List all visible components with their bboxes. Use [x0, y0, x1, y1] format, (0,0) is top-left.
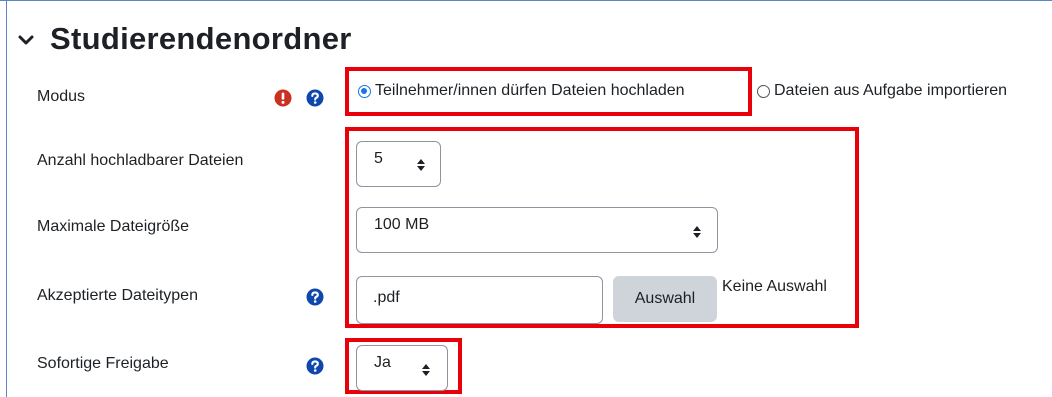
mode-label: Modus: [37, 88, 86, 105]
radio-button-checked[interactable]: [358, 84, 371, 98]
choose-file-types-button[interactable]: Auswahl: [613, 276, 717, 322]
exclamation-circle-icon: [274, 89, 292, 107]
radio-option-import-label: Dateien aus Aufgabe importieren: [774, 82, 1008, 99]
file-types-label: Akzeptierte Dateitypen: [37, 287, 198, 304]
max-files-label: Anzahl hochladbarer Dateien: [37, 152, 244, 169]
radio-option-upload[interactable]: Teilnehmer/innen dürfen Dateien hochlade…: [358, 82, 685, 100]
section-header[interactable]: Studierendenordner: [16, 21, 352, 57]
help-icon[interactable]: [306, 357, 324, 375]
max-size-label: Maximale Dateigröße: [37, 218, 190, 235]
help-icon[interactable]: [306, 288, 324, 306]
max-size-value: 100 MB: [374, 216, 430, 233]
max-files-select[interactable]: 5: [356, 141, 441, 187]
sort-arrows-icon: [416, 158, 426, 172]
file-types-input[interactable]: .pdf: [356, 276, 603, 324]
radio-option-upload-label: Teilnehmer/innen dürfen Dateien hochlade…: [375, 82, 685, 99]
chevron-down-icon[interactable]: [16, 29, 36, 49]
release-value: Ja: [374, 354, 391, 371]
release-select[interactable]: Ja: [356, 345, 448, 391]
file-types-status: Keine Auswahl: [722, 278, 827, 295]
section-left-border: [6, 0, 7, 397]
sort-arrows-icon: [421, 363, 431, 377]
sort-arrows-icon: [692, 225, 702, 239]
release-label: Sofortige Freigabe: [37, 355, 169, 372]
section-title: Studierendenordner: [50, 21, 352, 56]
section-top-border: [0, 0, 1052, 1]
max-files-value: 5: [374, 150, 383, 167]
help-icon[interactable]: [306, 89, 324, 107]
radio-button-unchecked[interactable]: [757, 84, 770, 98]
max-size-select[interactable]: 100 MB: [356, 207, 718, 253]
radio-option-import[interactable]: Dateien aus Aufgabe importieren: [757, 82, 1007, 100]
file-types-value: .pdf: [373, 289, 400, 306]
